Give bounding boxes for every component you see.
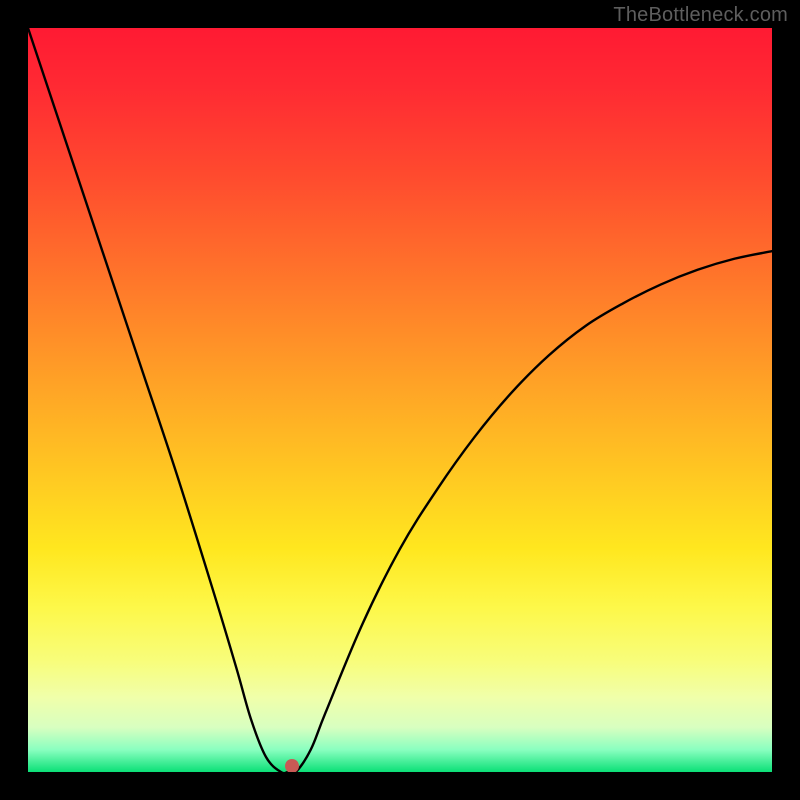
bottleneck-curve	[28, 28, 772, 772]
plot-area	[28, 28, 772, 772]
watermark-text: TheBottleneck.com	[613, 4, 788, 27]
optimal-point-marker	[285, 759, 299, 772]
chart-frame: TheBottleneck.com	[0, 0, 800, 800]
